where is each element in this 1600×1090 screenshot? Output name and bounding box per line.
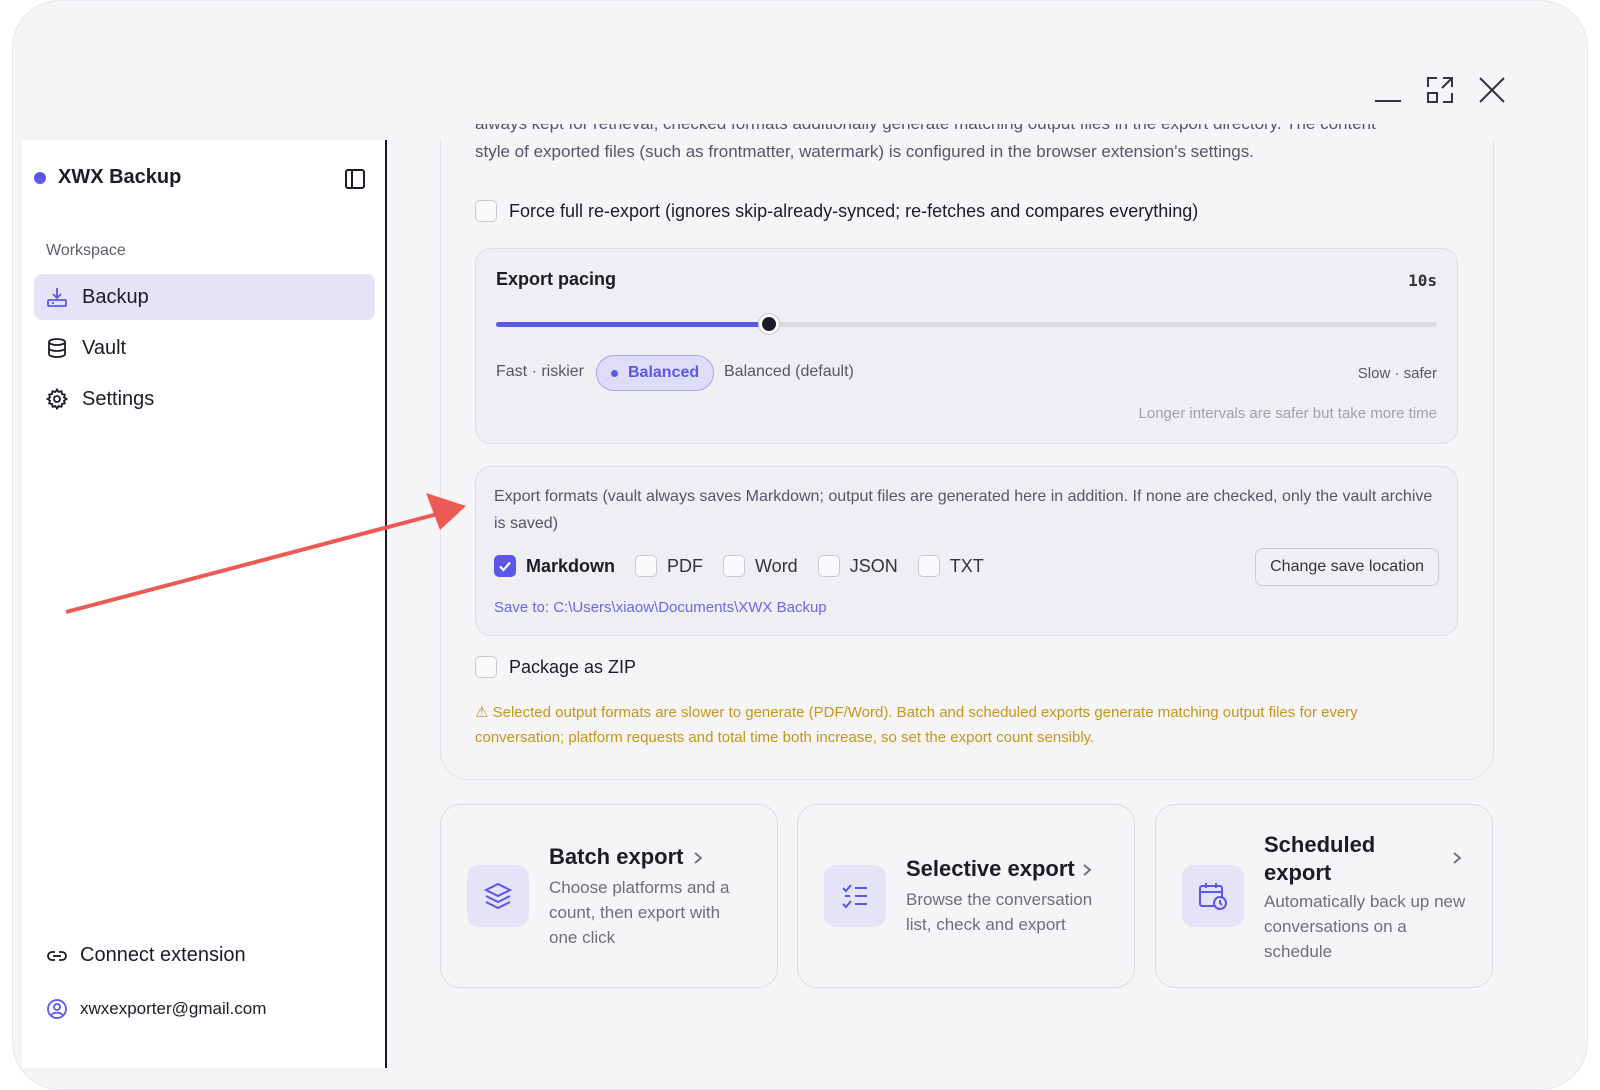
export-formats-card: Export formats (vault always saves Markd… [475,466,1458,636]
word-checkbox[interactable] [723,555,746,577]
selective-export-icon-box [824,865,886,927]
download-tray-icon [47,288,67,307]
zip-option[interactable]: Package as ZIP [475,656,636,678]
batch-export-desc: Choose platforms and a count, then expor… [549,878,730,947]
maximize-button[interactable] [1423,73,1457,107]
default-label: Balanced (default) [724,363,854,380]
pdf-checkbox[interactable] [635,555,658,577]
email-label: xwxexporter@gmail.com [80,999,267,1018]
fast-label: Fast · riskier [496,363,584,380]
format-label: TXT [949,555,984,576]
intro-line-2: style of exported files (such as frontma… [475,142,1254,161]
check-icon [499,561,511,572]
export-pacing-value: 10s [1408,271,1437,290]
user-circle-icon [47,999,67,1019]
export-pacing-card: Export pacing 10s Fast · riskier Balance… [475,248,1458,444]
connect-extension-label: Connect extension [80,944,246,966]
balanced-preset-pill[interactable]: Balanced [596,355,715,391]
sidebar-item-backup[interactable]: Backup [34,274,375,320]
brand-dot [34,171,46,184]
force-reexport-checkbox[interactable] [475,200,497,222]
format-label: PDF [667,555,704,576]
section-label-workspace: Workspace [46,242,126,259]
batch-export-title: Batch export [549,844,684,869]
export-formats-description: Export formats (vault always saves Markd… [494,488,1433,532]
minimize-icon [1375,100,1401,102]
selective-export-desc: Browse the conversation list, check and … [906,890,1093,934]
scheduled-export-card[interactable]: Scheduled export Automatically back up n… [1155,804,1493,988]
gear-icon [46,388,68,410]
format-options: Markdown PDF Word JSON TXT [494,555,996,577]
zip-label: Package as ZIP [509,656,637,677]
pacing-slider[interactable] [496,313,1437,335]
sidebar-item-settings[interactable]: Settings [34,376,375,422]
backup-settings-panel [440,140,1494,780]
txt-checkbox[interactable] [917,555,940,577]
close-button[interactable] [1475,73,1509,107]
database-icon [48,338,66,358]
scheduled-export-icon-box [1182,865,1244,927]
format-option-json[interactable]: JSON [817,555,898,577]
brand: XWX Backup [34,166,181,189]
export-pacing-title: Export pacing [496,269,617,289]
connect-extension-link[interactable]: Connect extension [34,944,246,967]
save-path-link[interactable]: Save to: C:\Users\xiaow\Documents\XWX Ba… [494,599,827,616]
force-reexport-label: Force full re-export (ignores skip-alrea… [509,200,1199,221]
format-option-pdf[interactable]: PDF [635,555,703,577]
account-email[interactable]: xwxexporter@gmail.com [34,998,266,1020]
format-warning: ⚠ Selected output formats are slower to … [475,704,1358,746]
checklist-icon [842,884,867,909]
expand-icon [1427,77,1453,103]
zip-checkbox[interactable] [475,656,497,678]
format-option-word[interactable]: Word [723,555,798,577]
close-icon [1479,77,1505,103]
intro-text: always kept for retrieval; checked forma… [475,124,1465,176]
format-label: Word [755,555,798,576]
chevron-right-icon [1083,864,1092,876]
selective-export-card[interactable]: Selective export Browse the conversation… [797,804,1135,988]
balanced-pill-label: Balanced [628,364,700,381]
sidebar: XWX Backup Workspace Backup Vault Settin… [22,140,387,1068]
minimize-button[interactable] [1371,73,1405,107]
sidebar-item-label: Backup [82,285,149,308]
format-option-markdown[interactable]: Markdown [494,555,615,577]
force-reexport-option[interactable]: Force full re-export (ignores skip-alrea… [475,200,1198,222]
change-save-location-button[interactable]: Change save location [1255,548,1439,586]
selective-export-title: Selective export [906,856,1075,881]
intro-line-1: always kept for retrieval; checked forma… [475,124,1465,138]
pill-dot [611,369,618,377]
markdown-checkbox[interactable] [494,555,516,577]
slider-thumb[interactable] [758,314,779,334]
batch-export-icon-box [467,865,529,927]
sidebar-item-vault[interactable]: Vault [34,325,375,371]
slider-fill [496,322,769,327]
sidebar-item-label: Vault [82,336,127,359]
scheduled-export-desc: Automatically back up new conversations … [1264,892,1466,961]
format-label: JSON [849,555,898,576]
slow-label: Slow · safer [1357,365,1437,382]
chevron-right-icon [1453,852,1462,864]
layers-icon [483,882,513,910]
scheduled-export-title: Scheduled export [1264,832,1376,885]
batch-export-card[interactable]: Batch export Choose platforms and a coun… [440,804,778,988]
link-icon [47,950,67,961]
pacing-hint: Longer intervals are safer but take more… [1138,405,1437,422]
chevron-right-icon [694,852,703,864]
format-option-txt[interactable]: TXT [917,555,984,577]
format-label: Markdown [526,555,616,576]
app-title: XWX Backup [58,166,182,188]
json-checkbox[interactable] [817,555,840,577]
calendar-clock-icon [1199,883,1227,910]
sidebar-item-label: Settings [82,387,155,410]
sidebar-toggle-icon[interactable] [344,168,366,190]
